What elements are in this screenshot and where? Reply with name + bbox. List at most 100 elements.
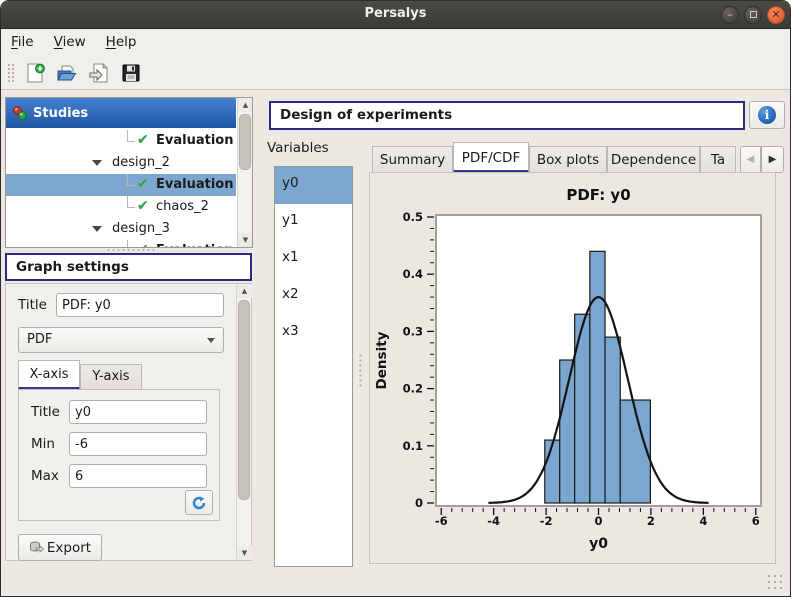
vertical-splitter-handle[interactable] [358,353,363,389]
axis-min-label: Min [31,436,55,452]
chevron-down-icon [207,338,215,343]
menu-item-file[interactable]: File [1,30,44,54]
axis-settings-frame: Title Min Max [18,389,220,521]
settings-scrollbar[interactable]: ▲ ▼ [236,284,251,560]
studies-tree-header[interactable]: Studies [6,98,236,128]
app-window: Persalys – ✕ FileViewHelp Studies ✔ Evalu… [0,0,791,597]
tree-item-label: Evaluation [156,243,233,247]
maximize-icon [750,11,757,18]
maximize-button[interactable] [744,6,762,24]
graph-settings-title: Graph settings [7,255,250,279]
tree-branch-line [127,240,135,247]
tree-item-label: Evaluation [156,133,233,148]
doe-header-box: Design of experiments [269,101,745,130]
close-button[interactable]: ✕ [767,6,785,24]
open-study-icon [56,62,78,84]
tab-scroll-left-button[interactable]: ◀ [740,146,761,173]
tree-item-evaluation[interactable]: ✔Evaluation [6,240,236,247]
axis-max-input[interactable] [69,464,207,488]
tree-item-design_3[interactable]: design_3 [6,218,236,240]
svg-text:0.5: 0.5 [403,210,423,224]
tree-branch-line [127,130,135,142]
x-axis-label: y0 [589,536,608,552]
svg-text:-4: -4 [487,514,500,528]
titlebar[interactable]: Persalys – ✕ [1,1,790,29]
plot-type-select[interactable]: PDF [18,327,224,353]
expander-down-icon[interactable] [92,226,102,232]
svg-text:-2: -2 [540,514,553,528]
axis-title-input[interactable] [69,400,207,424]
graph-title-input[interactable] [56,293,224,317]
scroll-down-icon[interactable]: ▼ [237,546,252,560]
variable-item-x3[interactable]: x3 [275,315,352,352]
expander-down-icon[interactable] [92,160,102,166]
new-study-icon [24,62,46,84]
tree-item-evaluation[interactable]: ✔ Evaluation [6,174,236,196]
svg-text:0.2: 0.2 [403,382,423,396]
svg-text:4: 4 [699,514,707,528]
success-check-icon: ✔ [137,132,149,148]
refresh-icon [191,495,207,511]
minimize-button[interactable]: – [721,6,739,24]
variables-label: Variables [267,140,329,156]
save-icon [120,62,142,84]
export-button[interactable]: Export [18,534,102,561]
tab-dependence[interactable]: Dependence [607,146,700,173]
export-icon [29,540,44,555]
variable-item-y0[interactable]: y0 [275,167,352,204]
import-script-button[interactable] [85,59,113,87]
open-study-button[interactable] [53,59,81,87]
tree-item-label: design_3 [112,221,170,236]
axis-tab-x-axis[interactable]: X-axis [18,360,80,390]
scroll-up-icon[interactable]: ▲ [238,98,253,112]
tab-box-plots[interactable]: Box plots [529,146,607,173]
histogram-bar-0 [545,440,560,503]
tree-item-design_2[interactable]: design_2 [6,152,236,174]
svg-text:2: 2 [647,514,655,528]
settings-scrollbar-thumb[interactable] [238,300,250,500]
success-check-icon: ✔ [137,198,149,214]
variable-item-x2[interactable]: x2 [275,278,352,315]
tab-ta[interactable]: Ta [700,146,736,173]
tree-scrollbar-thumb[interactable] [239,114,251,170]
tree-item-label: Evaluation [156,177,233,192]
axis-max-label: Max [31,468,59,484]
window-resize-grip[interactable] [766,573,784,591]
scroll-up-icon[interactable]: ▲ [237,284,252,298]
pdf-chart-panel: PDF: y0Densityy0-6-4-2024600.10.20.30.40… [369,172,776,564]
histogram-bar-4 [605,337,620,503]
plot-type-value: PDF [27,332,52,347]
tree-scrollbar[interactable]: ▲ ▼ [237,98,252,247]
export-button-label: Export [47,540,91,556]
menu-item-view[interactable]: View [44,30,96,54]
tree-branch-line [127,196,135,208]
success-check-icon: ✔ [137,176,149,192]
info-button[interactable]: i [749,101,785,129]
axis-title-label: Title [31,404,60,420]
menu-item-help[interactable]: Help [96,30,147,54]
window-title: Persalys [1,6,790,21]
tab-summary[interactable]: Summary [372,146,453,173]
graph-settings-dock-title: Graph settings [5,253,252,281]
horizontal-splitter-handle[interactable] [106,248,156,252]
tree-item-evaluation[interactable]: ✔ Evaluation [6,130,236,152]
scroll-down-icon[interactable]: ▼ [238,233,253,247]
svg-text:0: 0 [594,514,602,528]
tab-scroll-right-button[interactable]: ▶ [761,146,784,173]
svg-text:0.4: 0.4 [403,267,423,281]
variable-item-x1[interactable]: x1 [275,241,352,278]
histogram-bar-1 [560,360,575,503]
save-button[interactable] [117,59,145,87]
axis-tab-y-axis[interactable]: Y-axis [80,364,142,390]
svg-text:0.3: 0.3 [403,324,423,338]
axis-min-input[interactable] [69,432,207,456]
toolbar-drag-handle[interactable] [7,63,14,83]
refresh-button[interactable] [185,490,213,515]
y-axis-label: Density [374,331,390,389]
variable-item-y1[interactable]: y1 [275,204,352,241]
new-study-button[interactable] [21,59,49,87]
histogram-bar-3 [590,251,605,503]
menubar: FileViewHelp [1,30,790,56]
tab-pdf-cdf[interactable]: PDF/CDF [453,142,529,173]
tree-item-chaos_2[interactable]: ✔chaos_2 [6,196,236,218]
